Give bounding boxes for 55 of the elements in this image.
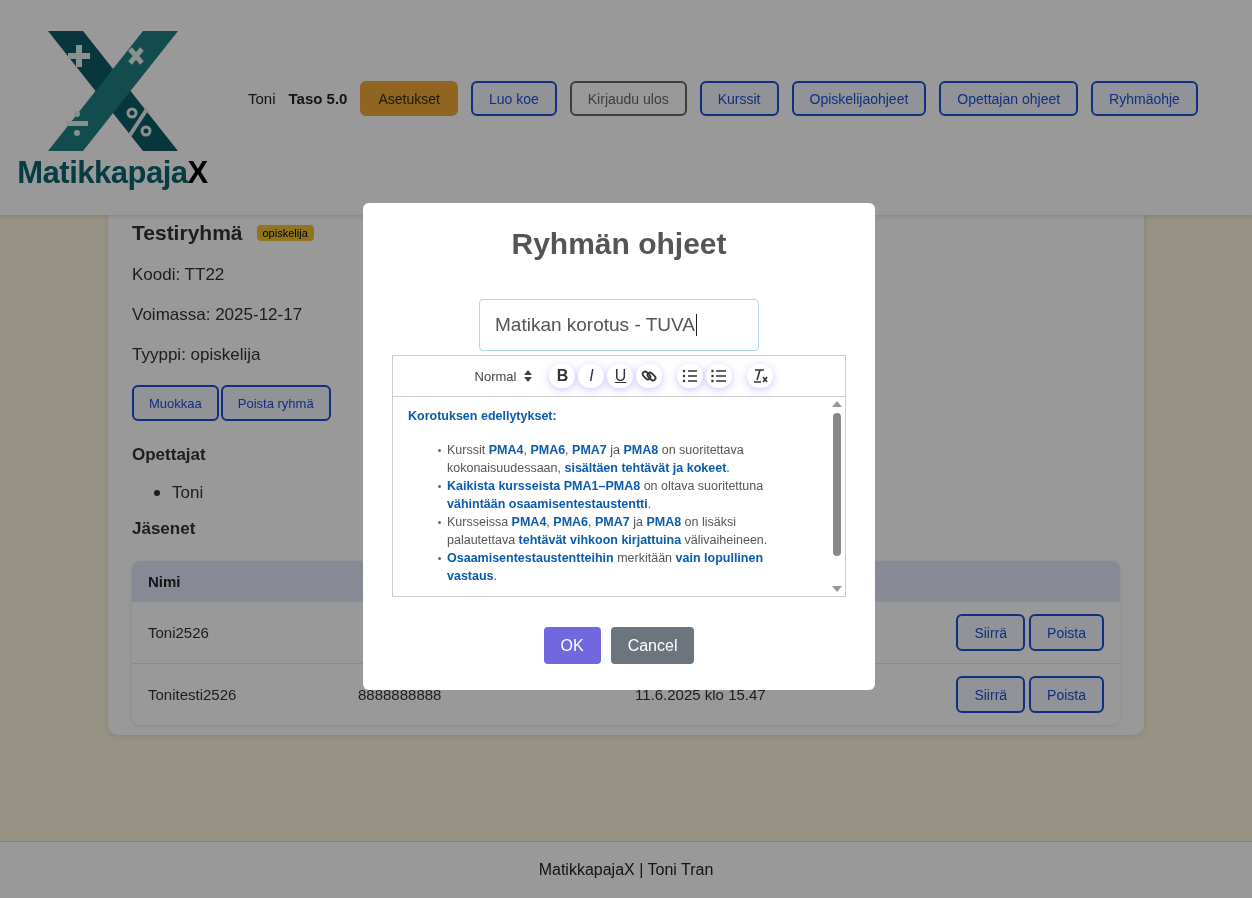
dialog-button[interactable]: Cancel <box>610 627 695 664</box>
group-title: Testiryhmä <box>132 221 243 245</box>
section-heading: Opettajat <box>132 445 206 465</box>
bullet-list-icon[interactable] <box>706 364 733 388</box>
title-input-field[interactable]: Matikan korotus - TUVA <box>479 299 759 351</box>
row-action-button[interactable]: Siirrä <box>956 614 1026 651</box>
requirement-item: Kaikista kursseista PMA1–PMA8 on oltava suoritettuna vähintään osaamisentestaustentti. <box>447 478 765 513</box>
logo-text: MatikkapajaX <box>17 154 208 191</box>
nav-button[interactable]: Opettajan ohjeet <box>939 81 1079 116</box>
nav-button[interactable]: Kurssit <box>699 81 779 116</box>
user-name: Toni <box>248 90 276 107</box>
link-icon[interactable] <box>636 364 663 388</box>
dialog-button[interactable]: OK <box>543 627 601 664</box>
section-heading: Jäsenet <box>132 519 196 539</box>
dialog-title: Ryhmän ohjeet <box>511 227 727 261</box>
group-button[interactable]: Poista ryhmä <box>220 385 331 421</box>
bullet-icon <box>438 521 441 524</box>
row-action-button[interactable]: Poista <box>1029 614 1104 651</box>
bullet-icon <box>438 557 441 560</box>
requirement-item: Kurssit PMA4, PMA6, PMA7 ja PMA8 on suoritettava kokonaisuudessaan, sisältäen tehtävät ja kokeet. <box>447 442 745 477</box>
bullet-icon <box>438 485 441 488</box>
group-button[interactable]: Muokkaa <box>132 385 219 421</box>
bullet-icon <box>438 449 441 452</box>
role-badge: opiskelija <box>256 225 314 241</box>
column-header: Nimi <box>147 572 182 590</box>
table-cell-text: 11.6.2025 klo 15.47 <box>634 686 767 703</box>
clear-format-icon[interactable] <box>747 364 774 388</box>
nav-button[interactable]: Asetukset <box>360 81 458 116</box>
group-detail: Koodi: TT22 <box>132 265 225 285</box>
table-cell-text: 8888888888 <box>357 686 443 703</box>
requirement-item: Kursseissa PMA4, PMA6, PMA7 ja PMA8 on lisäksi palautettava tehtävät vihkoon kirjattuina välivaiheineen. <box>447 514 769 549</box>
group-detail: Tyyppi: opiskelija <box>132 345 261 365</box>
nav-button[interactable]: Luo koe <box>470 81 557 116</box>
nav-button[interactable]: Opiskelijaohjeet <box>791 81 927 116</box>
group-detail: Voimassa: 2025-12-17 <box>132 305 303 325</box>
format-button[interactable]: B <box>549 364 576 388</box>
nav-button[interactable]: Kirjaudu ulos <box>569 81 687 116</box>
sort-arrows-icon <box>524 370 533 382</box>
content-heading: Korotuksen edellytykset: <box>408 409 558 423</box>
format-button[interactable]: U <box>607 364 634 388</box>
teacher-item: Toni <box>172 483 204 503</box>
logo-icon <box>47 30 178 151</box>
bullet-icon <box>154 490 160 496</box>
user-level: Taso 5.0 <box>288 90 348 107</box>
format-dropdown[interactable]: Normal <box>474 368 533 384</box>
scroll-down-icon[interactable] <box>832 586 842 592</box>
nav-button[interactable]: Ryhmäohje <box>1091 81 1198 116</box>
scroll-up-icon[interactable] <box>832 401 842 407</box>
table-cell-text: Tonitesti2526 <box>147 686 238 703</box>
table-cell-text: Toni2526 <box>147 624 210 641</box>
footer-text: MatikkapajaX | Toni Tran <box>538 861 714 879</box>
row-action-button[interactable]: Siirrä <box>956 676 1026 713</box>
format-button[interactable]: I <box>578 364 605 388</box>
row-action-button[interactable]: Poista <box>1029 676 1104 713</box>
requirement-item: Osaamisentestaustentteihin merkitään vain lopullinen vastaus. <box>447 550 765 585</box>
